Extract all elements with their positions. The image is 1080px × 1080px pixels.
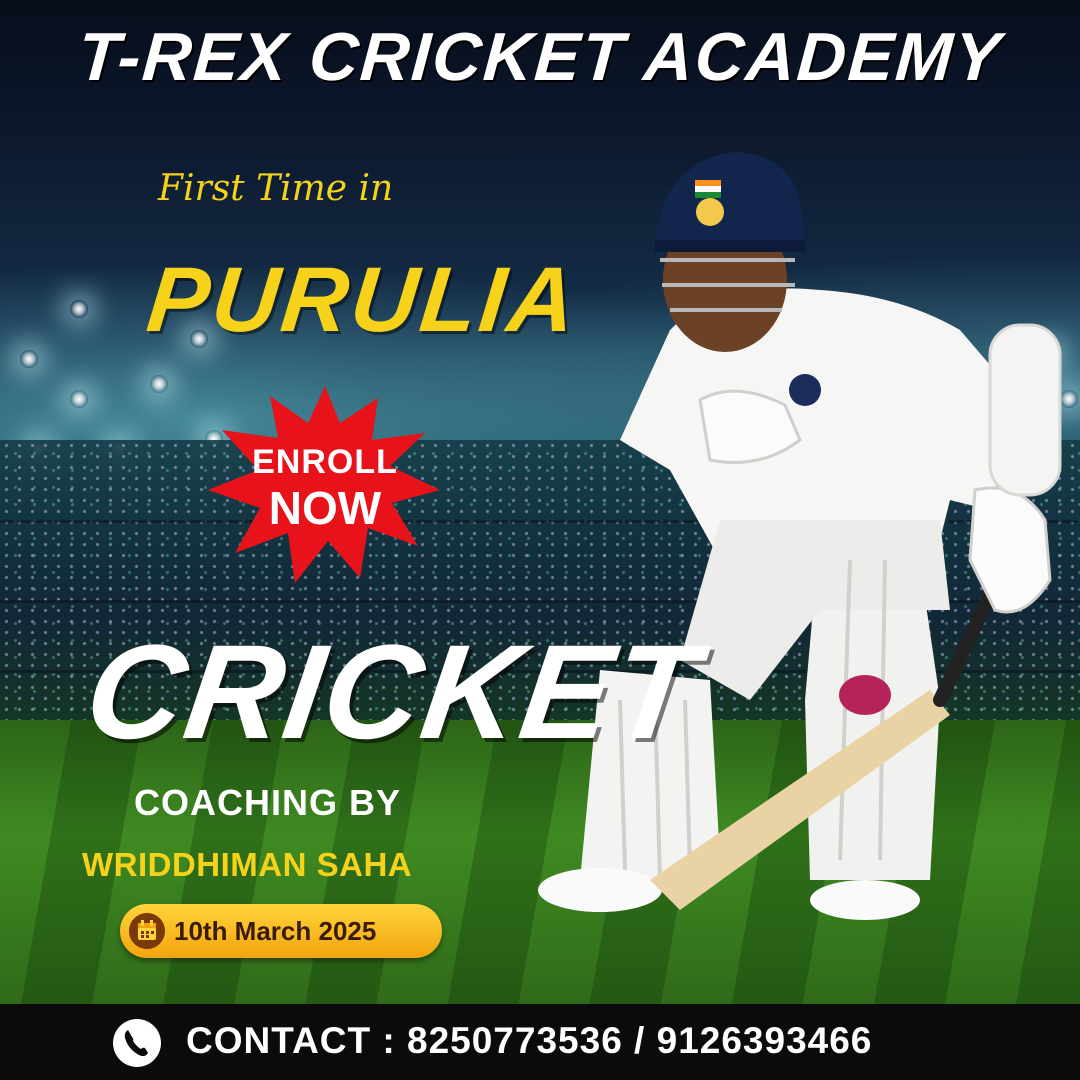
enroll-label: ENROLL: [252, 443, 398, 481]
cricket-player-image: [538, 152, 1062, 920]
academy-title: T-REX CRICKET ACADEMY: [75, 19, 1005, 95]
contact-numbers[interactable]: CONTACT : 8250773536 / 9126393466: [186, 1020, 872, 1062]
floodlight: [20, 350, 38, 368]
subtitle-text: First Time in: [158, 168, 394, 209]
shirt-crest-icon: [789, 374, 821, 406]
floodlight: [150, 375, 168, 393]
phone-icon: [113, 1019, 161, 1067]
contact-footer: CONTACT : 8250773536 / 9126393466: [0, 1004, 1080, 1080]
player-shoe: [810, 880, 920, 920]
poster: T-REX CRICKET ACADEMY First Time in PURU…: [0, 0, 1080, 1080]
player-helmet: [655, 152, 803, 248]
event-date: 10th March 2025: [174, 916, 377, 946]
player-shoe: [538, 868, 662, 912]
coach-name: WRIDDHIMAN SAHA: [82, 846, 413, 883]
helmet-badge-icon: [696, 198, 724, 226]
date-pill: 10th March 2025: [120, 904, 442, 958]
coaching-by-label: COACHING BY: [134, 782, 402, 823]
player-arm-guard: [988, 323, 1062, 497]
location-title: PURULIA: [142, 249, 584, 351]
now-label: NOW: [268, 482, 382, 534]
cricket-headline: CRICKET: [77, 618, 709, 767]
floodlight: [70, 300, 88, 318]
flag-icon: [695, 180, 721, 186]
floodlight: [70, 390, 88, 408]
enroll-now-button[interactable]: ENROLL NOW: [200, 445, 450, 531]
player-glove: [968, 486, 1052, 614]
calendar-icon: [129, 913, 165, 949]
